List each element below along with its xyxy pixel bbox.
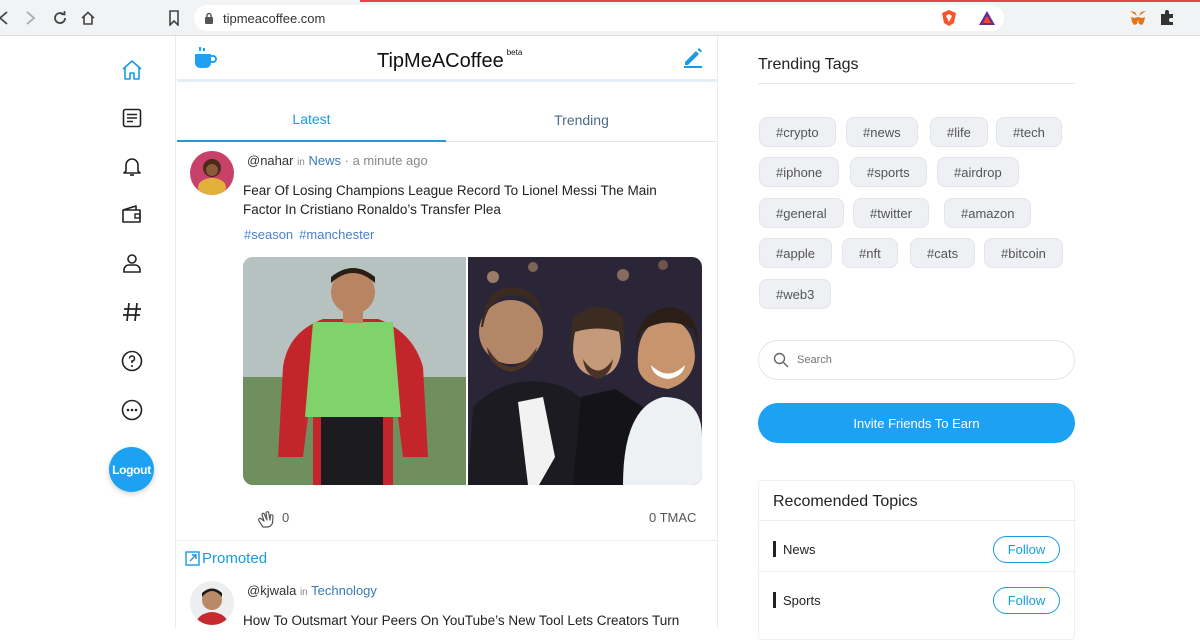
tag-chip[interactable]: #amazon	[944, 198, 1032, 228]
sidebar-item-wallet[interactable]	[119, 202, 145, 228]
tag-chip[interactable]: #crypto	[759, 117, 836, 147]
invite-friends-button[interactable]: Invite Friends To Earn	[758, 403, 1075, 443]
home-icon	[122, 60, 142, 80]
sidebar-item-home[interactable]	[119, 57, 145, 83]
tag-chip[interactable]: #tech	[996, 117, 1062, 147]
wallet-icon	[122, 205, 141, 223]
main-feed: TipMeACoffee beta Latest Trending @nahar …	[177, 36, 718, 628]
search-field[interactable]	[758, 340, 1075, 380]
tag-chip[interactable]: #airdrop	[937, 157, 1019, 187]
brave-rewards-icon[interactable]	[978, 9, 996, 27]
sidebar-item-notifications[interactable]	[119, 153, 145, 179]
avatar[interactable]	[190, 151, 234, 195]
tag-chip[interactable]: #general	[759, 198, 844, 228]
hashtag-icon	[123, 302, 141, 322]
tag-chip[interactable]: #iphone	[759, 157, 840, 187]
topic-marker	[773, 592, 776, 608]
feed-tabs: Latest Trending	[177, 98, 718, 142]
tag-chip[interactable]: #cats	[910, 238, 976, 268]
topic-row: Sports Follow	[759, 571, 1076, 622]
coffee-cup-icon[interactable]	[192, 45, 218, 71]
post-tag[interactable]: #season	[244, 227, 293, 242]
post-meta: @nahar in News · a minute ago	[247, 153, 428, 168]
more-icon	[121, 399, 143, 421]
brave-shield-icon[interactable]	[940, 9, 958, 27]
post-time: · a minute ago	[344, 153, 428, 168]
topic-marker	[773, 541, 776, 557]
bell-icon	[123, 158, 141, 176]
external-link-icon	[185, 551, 200, 566]
tag-chip[interactable]: #news	[846, 117, 918, 147]
post-title[interactable]: Fear Of Losing Champions League Record T…	[243, 181, 693, 219]
tag-chip[interactable]: #twitter	[853, 198, 929, 228]
brand-name: TipMeACoffee	[377, 50, 504, 72]
tag-chip[interactable]: #apple	[759, 238, 833, 268]
promoted-text: Promoted	[202, 550, 268, 567]
tab-accent-line	[360, 0, 1200, 2]
logout-button[interactable]: Logout	[109, 447, 154, 492]
sidebar-item-help[interactable]	[119, 348, 145, 374]
football-photo	[243, 257, 702, 485]
promoted-label: Promoted	[185, 550, 267, 567]
help-icon	[121, 350, 143, 372]
search-icon	[773, 352, 789, 368]
address-bar[interactable]: tipmeacoffee.com	[194, 5, 1004, 31]
post-divider	[177, 540, 718, 541]
left-sidebar: Logout	[0, 36, 176, 628]
post-tags: #season #manchester	[244, 227, 380, 242]
reload-icon[interactable]	[50, 8, 70, 28]
post-title[interactable]: How To Outsmart Your Peers On YouTube’s …	[243, 611, 693, 630]
user-icon	[123, 254, 141, 273]
document-icon	[122, 108, 142, 128]
tag-chip[interactable]: #nft	[842, 238, 898, 268]
post-image[interactable]	[243, 257, 702, 485]
post-category[interactable]: News	[309, 153, 342, 168]
post-author[interactable]: @nahar	[247, 153, 293, 168]
back-icon[interactable]	[0, 8, 14, 28]
topic-name[interactable]: Sports	[783, 593, 821, 608]
post-tag[interactable]: #manchester	[299, 227, 374, 242]
extensions-icon[interactable]	[1157, 8, 1177, 28]
post-in-label: in	[299, 587, 308, 598]
feed-header: TipMeACoffee beta	[177, 36, 718, 82]
clap-icon[interactable]	[257, 509, 277, 529]
topic-row: News Follow	[759, 520, 1076, 571]
bookmark-icon[interactable]	[164, 8, 184, 28]
beta-badge: beta	[506, 48, 523, 57]
lock-icon	[205, 12, 213, 24]
tag-chip[interactable]: #bitcoin	[984, 238, 1063, 268]
tab-latest[interactable]: Latest	[177, 98, 446, 142]
trending-divider	[758, 83, 1075, 84]
follow-button[interactable]: Follow	[993, 587, 1060, 614]
right-panel: Trending Tags #crypto #news #life #tech …	[740, 36, 1200, 640]
compose-icon[interactable]	[682, 46, 704, 68]
topic-name[interactable]: News	[783, 542, 816, 557]
tag-chip[interactable]: #life	[930, 117, 988, 147]
sidebar-item-profile[interactable]	[119, 250, 145, 276]
post-in-label: in	[297, 157, 305, 168]
home-browser-icon[interactable]	[78, 8, 98, 28]
topics-title: Recomended Topics	[773, 493, 918, 510]
sidebar-item-more[interactable]	[119, 397, 145, 423]
forward-icon[interactable]	[20, 8, 40, 28]
search-input[interactable]	[797, 354, 1047, 366]
clap-count: 0	[282, 510, 290, 525]
tmac-amount: 0 TMAC	[649, 510, 697, 525]
url-text: tipmeacoffee.com	[223, 10, 326, 26]
post-category[interactable]: Technology	[311, 583, 377, 598]
trending-tags-title: Trending Tags	[758, 56, 859, 73]
follow-button[interactable]: Follow	[993, 536, 1060, 563]
tag-chip[interactable]: #web3	[759, 279, 832, 309]
brand-title[interactable]: TipMeACoffee beta	[377, 48, 522, 73]
post-meta: @kjwala in Technology	[247, 583, 377, 598]
post-author[interactable]: @kjwala	[247, 583, 296, 598]
recommended-topics: Recomended Topics News Follow Sports Fol…	[758, 480, 1076, 640]
avatar[interactable]	[190, 581, 234, 625]
metamask-icon[interactable]	[1128, 8, 1148, 28]
browser-toolbar: tipmeacoffee.com	[0, 0, 1200, 36]
sidebar-item-tags[interactable]	[119, 299, 145, 325]
tag-chip[interactable]: #sports	[850, 157, 927, 187]
sidebar-item-posts[interactable]	[119, 105, 145, 131]
tab-trending[interactable]: Trending	[447, 98, 716, 142]
